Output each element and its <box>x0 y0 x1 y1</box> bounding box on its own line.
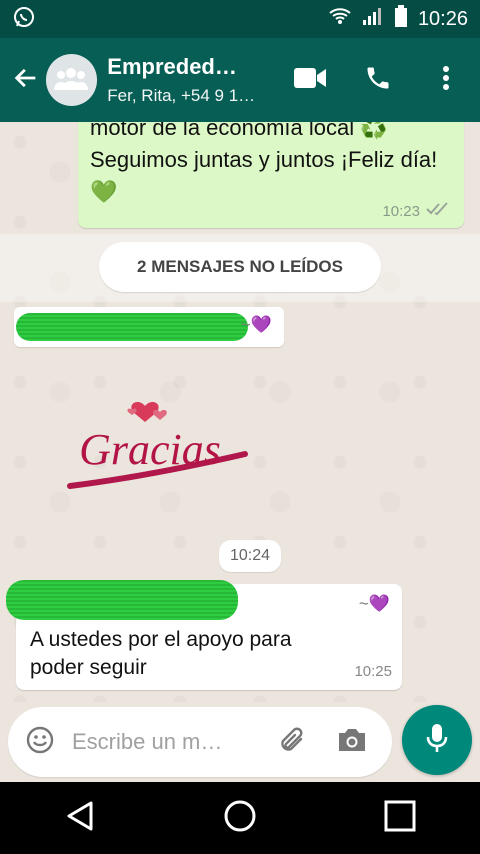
emoji-icon <box>25 725 55 760</box>
camera-button[interactable] <box>322 707 382 777</box>
sender-suffix: ~💜 <box>358 594 390 613</box>
incoming-message-text: A ustedes por el apoyo para poder seguir <box>30 628 292 679</box>
outgoing-time: 10:23 <box>382 202 420 220</box>
back-button[interactable] <box>4 38 48 122</box>
sender-suffix: ~💜 <box>240 315 272 334</box>
system-nav-bar <box>0 782 480 854</box>
more-vert-icon <box>442 65 450 96</box>
video-call-button[interactable] <box>276 38 344 122</box>
whatsapp-icon <box>12 5 36 34</box>
status-bar: 10:26 <box>0 0 480 38</box>
nav-recents-button[interactable] <box>360 782 440 854</box>
group-avatar-icon <box>54 66 89 95</box>
chat-subtitle: Fer, Rita, +54 9 1… <box>107 86 256 105</box>
signal-icon <box>362 6 384 32</box>
mic-button[interactable] <box>402 705 472 775</box>
sticker-text: Gracias <box>79 425 221 474</box>
outgoing-message[interactable]: motor de la economía local ♻️ Seguimos j… <box>78 122 464 228</box>
paperclip-icon <box>277 725 307 760</box>
chat-area[interactable]: motor de la economía local ♻️ Seguimos j… <box>0 122 480 702</box>
message-meta: 10:23 <box>382 202 452 220</box>
back-triangle-icon <box>65 800 95 837</box>
chat-title-block[interactable]: Empreded… Fer, Rita, +54 9 1… <box>107 54 276 106</box>
battery-icon <box>394 5 408 33</box>
home-circle-icon <box>223 799 257 838</box>
wifi-icon <box>328 6 352 32</box>
nav-back-button[interactable] <box>40 782 120 854</box>
gracias-sticker[interactable]: Gracias <box>50 384 250 499</box>
recents-square-icon <box>384 800 416 837</box>
outgoing-message-text: motor de la economía local ♻️ Seguimos j… <box>90 122 438 204</box>
camera-icon <box>336 726 368 759</box>
group-avatar[interactable] <box>45 54 98 106</box>
double-check-icon <box>426 202 452 220</box>
phone-button[interactable] <box>344 38 412 122</box>
arrow-left-icon <box>12 64 40 97</box>
message-input[interactable]: Escribe un m… <box>72 729 262 755</box>
attach-button[interactable] <box>262 707 322 777</box>
composer: Escribe un m… <box>0 702 480 782</box>
incoming-message-sender-only[interactable]: ~💜 <box>14 307 284 347</box>
time-divider: 10:24 <box>219 540 281 572</box>
chat-title: Empreded… <box>107 54 237 79</box>
status-time: 10:26 <box>417 7 468 30</box>
video-call-icon <box>294 67 326 94</box>
nav-home-button[interactable] <box>200 782 280 854</box>
more-options-button[interactable] <box>412 38 480 122</box>
mic-icon <box>425 722 449 759</box>
phone-icon <box>364 64 392 97</box>
message-input-box[interactable]: Escribe un m… <box>8 707 392 777</box>
incoming-time: 10:25 <box>354 663 392 680</box>
redacted-sender-name <box>6 580 238 620</box>
redacted-sender-name <box>16 313 248 341</box>
incoming-message[interactable]: ~💜 A ustedes por el apoyo para poder seg… <box>6 580 402 690</box>
chat-header: Empreded… Fer, Rita, +54 9 1… <box>0 38 480 122</box>
emoji-button[interactable] <box>8 707 72 777</box>
unread-banner: 2 MENSAJES NO LEÍDOS <box>99 242 381 292</box>
